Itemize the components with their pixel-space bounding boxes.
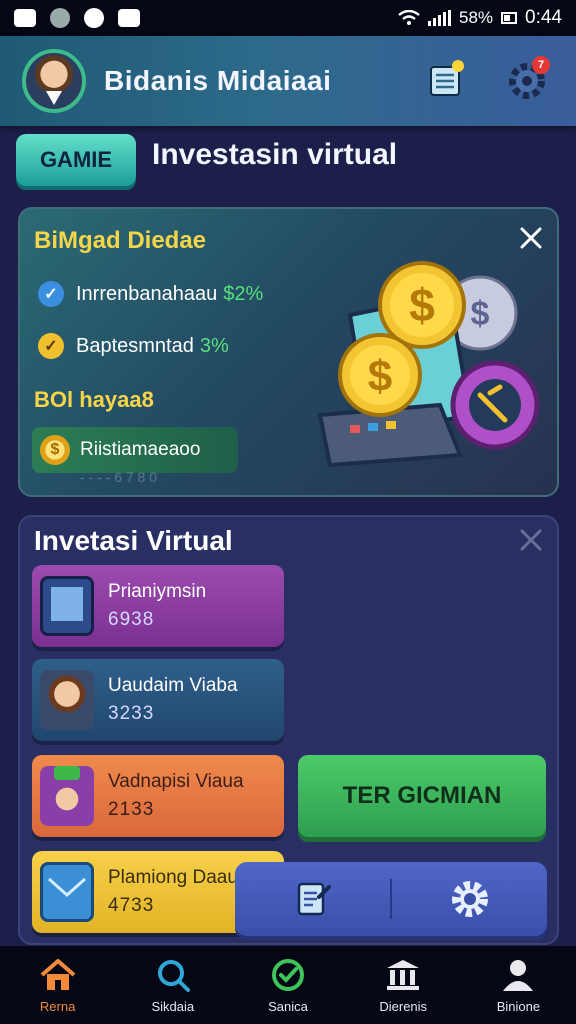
item-value: 6938	[108, 609, 155, 630]
nav-profile[interactable]: Binione	[461, 946, 576, 1024]
nav-label: Sanica	[268, 998, 308, 1014]
item-value: 2133	[108, 799, 155, 820]
promo-line-label: Baptesmntad	[76, 334, 194, 357]
promo-action-button[interactable]: $ Riistiamaeaoo	[32, 427, 238, 473]
nav-home[interactable]: Rerna	[0, 946, 115, 1024]
bank-icon	[387, 959, 420, 990]
avatar[interactable]	[22, 49, 86, 113]
app-header: Bidanis Midaiaai 7	[0, 36, 576, 126]
item-label: Vadnapisi Viaua	[108, 771, 244, 792]
promo-line-1: ✓ Inrrenbanahaau $2%	[38, 281, 263, 307]
promo-action-label: Riistiamaeaoo	[80, 439, 201, 460]
promo-line-value: 3%	[199, 334, 229, 357]
status-bar: 58% 0:44	[0, 0, 576, 36]
investment-list-card: Invetasi Virtual Prianiymsin 6938 Uaudaim…	[18, 515, 559, 945]
battery-percent: 58%	[458, 8, 494, 27]
clock: 0:44	[525, 7, 562, 28]
close-icon	[520, 227, 542, 249]
promo-line-2: ✓ Baptesmntad 3%	[38, 333, 229, 359]
bottom-nav: Rerna Sikdaia Sanica Dierenis Binione	[0, 946, 576, 1024]
message-icon	[118, 9, 140, 27]
notification-badge: 7	[532, 56, 550, 74]
svg-text:$: $	[368, 352, 392, 401]
edit-document-icon	[297, 882, 331, 916]
item-value: 4733	[108, 895, 155, 916]
close-list-button[interactable]	[516, 525, 546, 555]
coins-phone-illustration: $ $ $	[317, 261, 540, 468]
item-value: 3233	[108, 703, 155, 724]
item-label: Plamiong Daau	[108, 867, 238, 888]
profile-icon	[503, 959, 534, 991]
toolbar-settings-button[interactable]	[392, 862, 547, 936]
home-icon	[40, 958, 75, 990]
promo-subtitle: BOl hayaa8	[34, 387, 154, 412]
nav-label: Sikdaia	[151, 998, 195, 1014]
envelope-icon	[40, 862, 94, 922]
person-avatar-icon	[40, 670, 94, 730]
check-icon: ✓	[38, 333, 64, 359]
gear-icon	[451, 881, 488, 917]
nav-label: Dierenis	[379, 998, 428, 1014]
battery-icon	[501, 12, 518, 24]
list-item[interactable]: Prianiymsin 6938	[32, 565, 284, 647]
promo-card: BiMgad Diedae ✓ Inrrenbanahaau $2% ✓ Bapt…	[18, 207, 559, 497]
list-item[interactable]: Uaudaim Viaba 3233	[32, 659, 284, 741]
promo-faint-text: - - - - 6 7 8 0	[80, 469, 158, 485]
nav-label: Rerna	[39, 998, 76, 1014]
notes-dot	[452, 60, 464, 72]
promo-line-label: Inrrenbanahaau	[76, 282, 218, 305]
shield-icon	[84, 8, 104, 28]
nav-search[interactable]: Sikdaia	[115, 946, 230, 1024]
coin-icon: $	[40, 435, 70, 465]
avatar-status-icon	[50, 8, 70, 28]
edit-notes-button[interactable]	[235, 862, 390, 936]
page-title: Investasin virtual	[152, 138, 398, 171]
close-promo-button[interactable]	[516, 223, 546, 253]
item-label: Prianiymsin	[108, 581, 207, 602]
mail-icon	[14, 9, 36, 27]
svg-text:$: $	[471, 295, 490, 333]
nav-check[interactable]: Sanica	[230, 946, 345, 1024]
promo-title: BiMgad Diedae	[34, 227, 207, 254]
list-item[interactable]: Vadnapisi Viaua 2133	[32, 755, 284, 837]
check-icon: ✓	[38, 281, 64, 307]
jester-avatar-icon	[40, 766, 94, 826]
item-label: Uaudaim Viaba	[108, 675, 238, 696]
svg-text:$: $	[409, 279, 435, 331]
signal-icon	[427, 10, 451, 26]
nav-bank[interactable]: Dierenis	[346, 946, 461, 1024]
notes-button[interactable]	[420, 56, 470, 106]
close-icon	[520, 529, 542, 551]
promo-line-value: $2%	[223, 282, 264, 305]
search-icon	[157, 959, 190, 992]
user-name: Bidanis Midaiaai	[104, 65, 332, 96]
settings-button[interactable]: 7	[502, 56, 552, 106]
cta-button[interactable]: TER GICMIAN	[298, 755, 546, 837]
tablet-icon	[40, 576, 94, 636]
check-circle-icon	[272, 958, 304, 991]
floating-toolbar	[235, 862, 547, 936]
nav-label: Binione	[496, 998, 541, 1014]
wifi-icon	[398, 10, 420, 25]
list-title: Invetasi Virtual	[34, 525, 233, 556]
game-badge[interactable]: GAMIE	[16, 134, 136, 186]
